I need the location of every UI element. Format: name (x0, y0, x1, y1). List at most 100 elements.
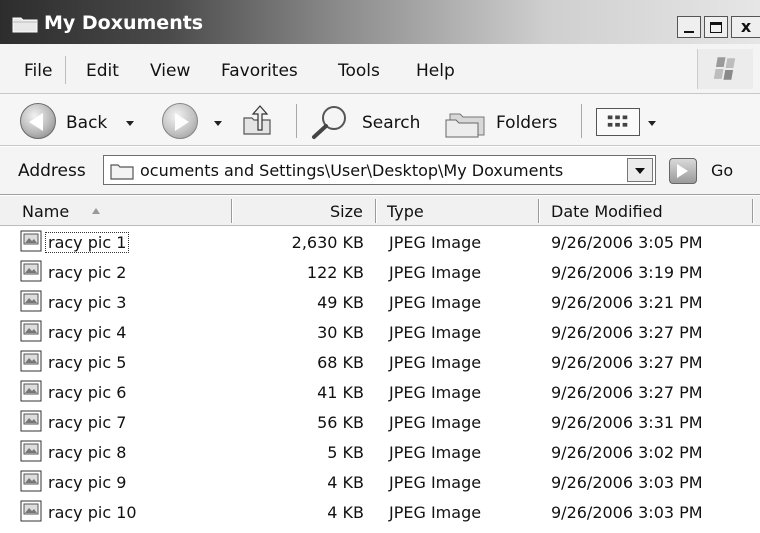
column-resize-handle[interactable] (752, 199, 754, 223)
file-type: JPEG Image (389, 263, 482, 282)
menu-help[interactable]: Help (416, 61, 455, 81)
column-resize-handle[interactable] (375, 199, 377, 223)
file-name[interactable]: racy pic 7 (48, 413, 126, 432)
menu-bar: File Edit View Favorites Tools Help (0, 44, 760, 94)
title-bar[interactable]: My Doxuments x (0, 0, 760, 44)
list-item[interactable]: racy pic 7 56 KB JPEG Image 9/26/2006 3:… (0, 406, 760, 436)
file-size: 41 KB (317, 383, 364, 402)
back-label[interactable]: Back (66, 113, 107, 133)
file-date-modified: 9/26/2006 3:02 PM (551, 443, 703, 462)
list-item[interactable]: racy pic 4 30 KB JPEG Image 9/26/2006 3:… (0, 316, 760, 346)
jpeg-file-icon (20, 290, 42, 312)
jpeg-file-icon (20, 410, 42, 432)
menu-view[interactable]: View (150, 61, 190, 81)
column-resize-handle[interactable] (231, 199, 233, 223)
close-icon: x (740, 17, 752, 36)
forward-dropdown-icon[interactable] (214, 121, 222, 126)
back-button[interactable] (20, 103, 56, 139)
window-title: My Doxuments (44, 12, 204, 34)
file-name[interactable]: racy pic 5 (48, 353, 126, 372)
list-item[interactable]: racy pic 9 4 KB JPEG Image 9/26/2006 3:0… (0, 466, 760, 496)
folders-button[interactable]: Folders (496, 113, 557, 133)
toolbar-divider (581, 104, 582, 138)
file-date-modified: 9/26/2006 3:21 PM (551, 293, 703, 312)
sort-ascending-icon (92, 208, 100, 214)
folder-icon (12, 17, 38, 33)
file-name[interactable]: racy pic 9 (48, 473, 126, 492)
list-item[interactable]: racy pic 2 122 KB JPEG Image 9/26/2006 3… (0, 256, 760, 286)
file-size: 4 KB (327, 473, 364, 492)
file-type: JPEG Image (389, 323, 482, 342)
search-button[interactable]: Search (362, 113, 420, 133)
go-arrow-icon[interactable] (669, 158, 697, 184)
file-name[interactable]: racy pic 6 (48, 383, 126, 402)
file-name[interactable]: racy pic 4 (48, 323, 126, 342)
views-button[interactable] (596, 108, 640, 136)
file-size: 5 KB (327, 443, 364, 462)
windows-logo-icon (697, 49, 753, 89)
address-dropdown-button[interactable] (627, 158, 653, 182)
menu-favorites[interactable]: Favorites (221, 61, 298, 81)
file-size: 122 KB (306, 263, 364, 282)
file-type: JPEG Image (389, 353, 482, 372)
search-icon[interactable] (308, 104, 352, 140)
file-date-modified: 9/26/2006 3:31 PM (551, 413, 703, 432)
file-type: JPEG Image (389, 233, 482, 252)
jpeg-file-icon (20, 380, 42, 402)
menu-divider (65, 56, 66, 84)
menu-file[interactable]: File (24, 61, 52, 81)
back-dropdown-icon[interactable] (126, 121, 134, 126)
menu-edit[interactable]: Edit (86, 61, 119, 81)
toolbar: Back Search Folders (0, 94, 760, 146)
minimize-icon (684, 31, 694, 33)
list-item[interactable]: racy pic 3 49 KB JPEG Image 9/26/2006 3:… (0, 286, 760, 316)
forward-arrow-icon (175, 113, 189, 131)
minimize-button[interactable] (677, 16, 701, 38)
list-item[interactable]: racy pic 8 5 KB JPEG Image 9/26/2006 3:0… (0, 436, 760, 466)
jpeg-file-icon (20, 230, 42, 252)
views-dropdown-icon[interactable] (648, 121, 656, 126)
list-item[interactable]: racy pic 5 68 KB JPEG Image 9/26/2006 3:… (0, 346, 760, 376)
file-date-modified: 9/26/2006 3:27 PM (551, 353, 703, 372)
jpeg-file-icon (20, 260, 42, 282)
list-header: Name Size Type Date Modified (0, 196, 760, 226)
go-button[interactable]: Go (711, 161, 733, 180)
maximize-button[interactable] (704, 16, 728, 38)
column-header-name[interactable]: Name (22, 202, 69, 221)
up-folder-icon[interactable] (240, 104, 274, 138)
file-name[interactable]: racy pic 8 (48, 443, 126, 462)
list-item[interactable]: racy pic 10 4 KB JPEG Image 9/26/2006 3:… (0, 496, 760, 526)
views-icon (607, 115, 628, 127)
back-arrow-icon (29, 113, 43, 131)
file-name[interactable]: racy pic 1 (44, 232, 130, 253)
address-input[interactable]: ocuments and Settings\User\Desktop\My Do… (103, 155, 656, 185)
file-size: 4 KB (327, 503, 364, 522)
jpeg-file-icon (20, 320, 42, 342)
column-header-type[interactable]: Type (387, 202, 424, 221)
file-name[interactable]: racy pic 2 (48, 263, 126, 282)
file-name[interactable]: racy pic 10 (48, 503, 137, 522)
file-list: racy pic 1 2,630 KB JPEG Image 9/26/2006… (0, 226, 760, 533)
address-label: Address (18, 161, 86, 181)
column-header-date-modified[interactable]: Date Modified (551, 202, 663, 221)
address-path[interactable]: ocuments and Settings\User\Desktop\My Do… (140, 161, 624, 180)
folders-icon[interactable] (444, 106, 488, 138)
maximize-icon (710, 21, 722, 33)
file-date-modified: 9/26/2006 3:03 PM (551, 503, 703, 522)
address-bar: Address ocuments and Settings\User\Deskt… (0, 147, 760, 195)
list-item[interactable]: racy pic 1 2,630 KB JPEG Image 9/26/2006… (0, 226, 760, 256)
list-item[interactable]: racy pic 6 41 KB JPEG Image 9/26/2006 3:… (0, 376, 760, 406)
close-button[interactable]: x (731, 16, 760, 38)
file-name[interactable]: racy pic 3 (48, 293, 126, 312)
jpeg-file-icon (20, 350, 42, 372)
file-date-modified: 9/26/2006 3:03 PM (551, 473, 703, 492)
column-header-size[interactable]: Size (330, 202, 363, 221)
jpeg-file-icon (20, 440, 42, 462)
menu-tools[interactable]: Tools (338, 61, 380, 81)
forward-button[interactable] (162, 103, 198, 139)
file-size: 68 KB (317, 353, 364, 372)
jpeg-file-icon (20, 470, 42, 492)
folder-icon (110, 164, 134, 180)
column-resize-handle[interactable] (538, 199, 540, 223)
toolbar-divider (296, 104, 297, 138)
